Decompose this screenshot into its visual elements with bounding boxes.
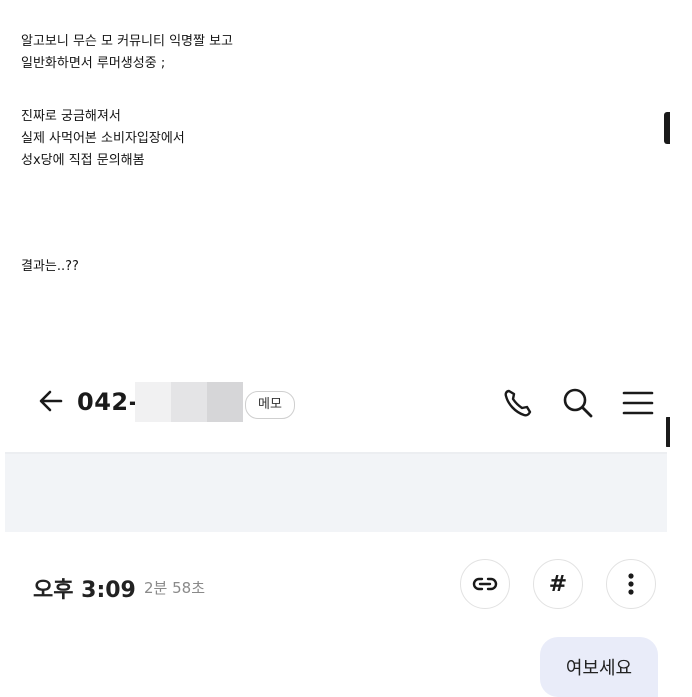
call-record-screenshot: 042- 메모 오후 3:09 2분 58초 # 여보세요 bbox=[0, 364, 692, 697]
post-line-2: 일반화하면서 루머생성중 ; bbox=[21, 56, 166, 71]
post-line-1: 알고보니 무슨 모 커뮤니티 익명짤 보고 bbox=[21, 34, 234, 49]
info-band bbox=[5, 454, 667, 532]
more-button[interactable] bbox=[606, 559, 656, 609]
call-duration: 2분 58초 bbox=[144, 579, 205, 597]
call-time: 오후 3:09 bbox=[33, 578, 136, 603]
more-vertical-icon bbox=[628, 573, 634, 595]
phone-number: 042- bbox=[77, 388, 140, 416]
search-icon[interactable] bbox=[561, 386, 595, 420]
post-line-4: 실제 사먹어본 소비자입장에서 bbox=[21, 131, 185, 146]
arrow-left-icon[interactable] bbox=[36, 386, 66, 416]
tag-button[interactable]: # bbox=[533, 559, 583, 609]
link-button[interactable] bbox=[460, 559, 510, 609]
post-line-5: 성x당에 직접 문의해봄 bbox=[21, 153, 145, 168]
transcript-bubble: 여보세요 bbox=[540, 637, 658, 697]
hash-icon: # bbox=[548, 571, 568, 597]
call-header: 042- 메모 bbox=[0, 364, 666, 450]
link-icon bbox=[472, 577, 498, 591]
hamburger-menu-icon[interactable] bbox=[621, 388, 655, 418]
post-line-6: 결과는..?? bbox=[21, 259, 79, 274]
phone-icon[interactable] bbox=[501, 386, 535, 420]
redaction-block bbox=[135, 382, 243, 422]
memo-button[interactable]: 메모 bbox=[245, 391, 295, 419]
scrollbar-handle[interactable] bbox=[664, 112, 670, 144]
post-line-3: 진짜로 궁금해져서 bbox=[21, 109, 121, 124]
